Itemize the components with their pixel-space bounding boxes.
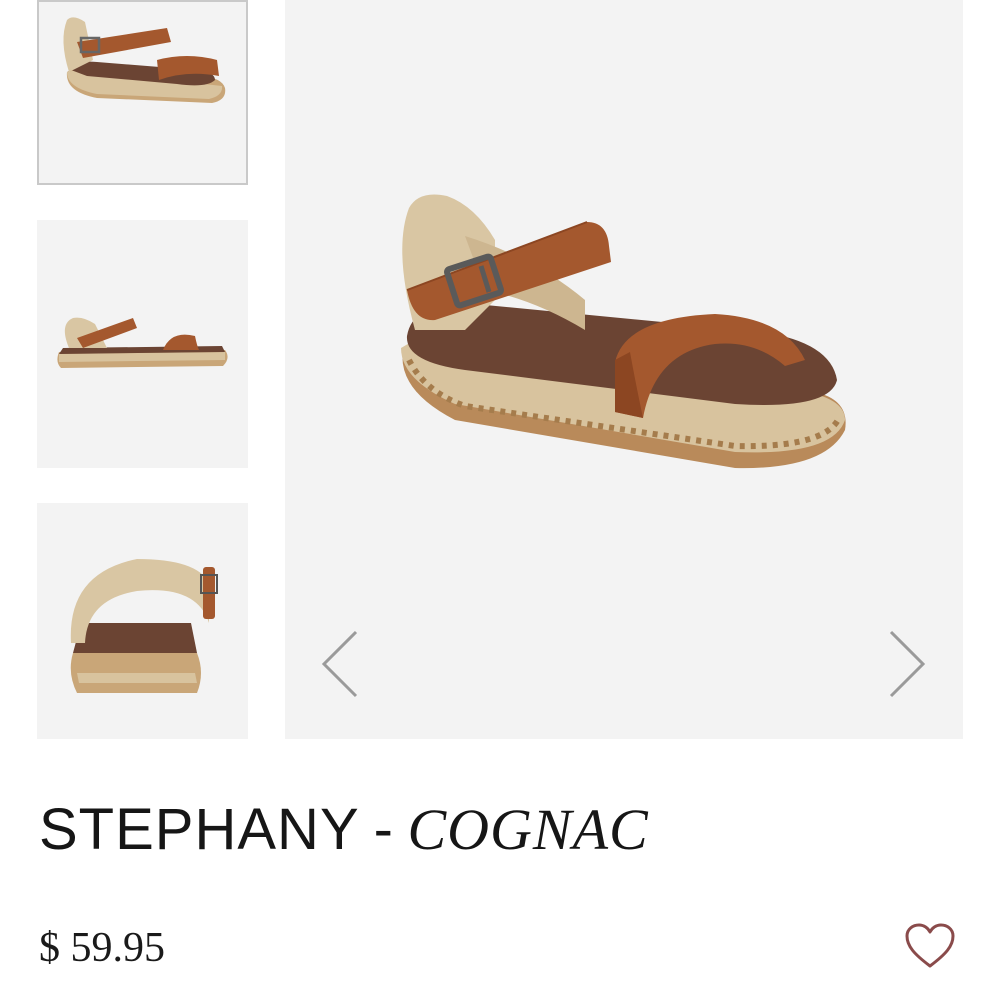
product-title: STEPHANY - COGNAC (39, 790, 649, 870)
title-separator: - (373, 797, 394, 862)
product-price: $ 59.95 (39, 925, 165, 971)
sandal-thumbnail-image (57, 317, 228, 368)
chevron-right-icon (889, 630, 926, 698)
chevron-left-icon (321, 630, 358, 698)
heart-icon (905, 923, 955, 968)
sandal-main-image (401, 194, 846, 469)
sandal-thumbnail-image (63, 17, 226, 103)
thumbnail-angle-view[interactable] (37, 0, 248, 185)
thumbnail-back-view[interactable] (37, 503, 248, 739)
product-name: STEPHANY (39, 797, 360, 862)
main-product-image (285, 0, 963, 739)
sandal-thumbnail-image (70, 559, 218, 693)
previous-image-button[interactable] (318, 628, 362, 700)
next-image-button[interactable] (885, 628, 929, 700)
wishlist-button[interactable] (904, 922, 956, 970)
product-variant: COGNAC (407, 797, 649, 862)
thumbnail-side-view[interactable] (37, 220, 248, 468)
